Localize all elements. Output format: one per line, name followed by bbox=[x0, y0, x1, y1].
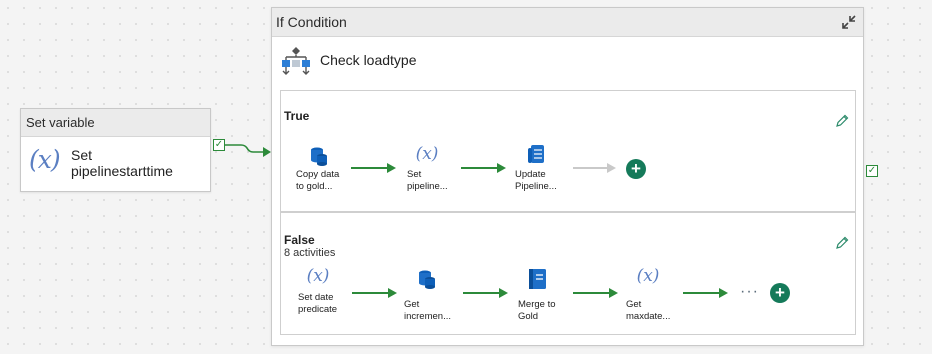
activity-label-line2: incremen... bbox=[404, 311, 451, 322]
activity-label-line2: Gold bbox=[518, 311, 539, 322]
if-condition-header: If Condition bbox=[272, 8, 863, 37]
activity-label-line1: Get bbox=[404, 299, 420, 310]
activity-label: Get incremen... bbox=[404, 299, 464, 323]
add-activity-button[interactable]: + bbox=[770, 283, 790, 303]
success-connector-arrow bbox=[573, 288, 618, 298]
true-branch-title: True bbox=[284, 109, 310, 123]
success-connector-arrow bbox=[463, 288, 508, 298]
collapse-arrows-icon[interactable] bbox=[839, 12, 859, 32]
false-branch[interactable]: False 8 activities (x) Set date predicat… bbox=[280, 212, 856, 335]
set-variable-label-line1: Set bbox=[71, 147, 93, 163]
true-branch[interactable]: True Copy data to gold... (x) Set pipeli… bbox=[280, 90, 856, 212]
success-output-checkbox[interactable]: ✓ bbox=[213, 139, 225, 151]
false-branch-activity-count: 8 activities bbox=[284, 247, 336, 259]
activity-label-line1: Set bbox=[407, 169, 422, 180]
success-connector-arrow bbox=[352, 288, 397, 298]
edit-pencil-icon[interactable] bbox=[834, 235, 850, 251]
pending-connector-arrow bbox=[573, 163, 616, 173]
activity-label-line1: Set date bbox=[298, 292, 334, 303]
database-icon[interactable] bbox=[415, 267, 439, 291]
set-variable-activity[interactable]: Set variable (x) Set pipelinestarttime bbox=[20, 108, 211, 192]
edit-pencil-icon[interactable] bbox=[834, 113, 850, 129]
activity-label-line2: maxdate... bbox=[626, 311, 671, 322]
variable-icon[interactable]: (x) bbox=[306, 265, 330, 289]
activity-label-line2: to gold... bbox=[296, 181, 333, 192]
activity-label-line1: Copy data bbox=[296, 169, 340, 180]
activity-label-line2: pipeline... bbox=[407, 181, 448, 192]
set-variable-label-line2: pipelinestarttime bbox=[71, 163, 173, 179]
if-condition-icon bbox=[282, 47, 310, 75]
if-condition-output-checkbox[interactable]: ✓ bbox=[866, 165, 878, 177]
activity-label-line2: Pipeline... bbox=[515, 181, 557, 192]
activity-label-line2: predicate bbox=[298, 304, 338, 315]
activity-label: Set pipeline... bbox=[407, 169, 467, 193]
stored-procedure-icon[interactable] bbox=[525, 143, 549, 167]
activity-label-line1: Get bbox=[626, 299, 642, 310]
if-condition-title: Check loadtype bbox=[320, 52, 417, 68]
activity-label: Merge to Gold bbox=[518, 299, 578, 323]
variable-icon[interactable]: (x) bbox=[415, 143, 439, 167]
add-activity-button[interactable]: + bbox=[626, 159, 646, 179]
success-connector-arrow bbox=[461, 163, 506, 173]
false-branch-title: False bbox=[284, 233, 315, 247]
activity-label: Set date predicate bbox=[298, 292, 358, 316]
if-condition-activity[interactable]: If Condition Check loadtype True Copy da… bbox=[271, 7, 864, 346]
success-connector-arrow bbox=[683, 288, 728, 298]
activity-label: Get maxdate... bbox=[626, 299, 686, 323]
more-activities-ellipsis[interactable]: ··· bbox=[740, 283, 759, 301]
variable-icon: (x) bbox=[29, 145, 61, 174]
activity-label-line1: Merge to bbox=[518, 299, 556, 310]
success-connector-arrow bbox=[225, 144, 271, 157]
activity-label: Copy data to gold... bbox=[296, 169, 356, 193]
variable-icon[interactable]: (x) bbox=[636, 265, 660, 289]
activity-label: Update Pipeline... bbox=[515, 169, 575, 193]
notebook-icon[interactable] bbox=[526, 267, 550, 291]
set-variable-label: Set pipelinestarttime bbox=[71, 147, 201, 179]
success-connector-arrow bbox=[351, 163, 396, 173]
copy-database-icon[interactable] bbox=[307, 144, 331, 168]
set-variable-header: Set variable bbox=[21, 109, 210, 137]
activity-label-line1: Update bbox=[515, 169, 546, 180]
